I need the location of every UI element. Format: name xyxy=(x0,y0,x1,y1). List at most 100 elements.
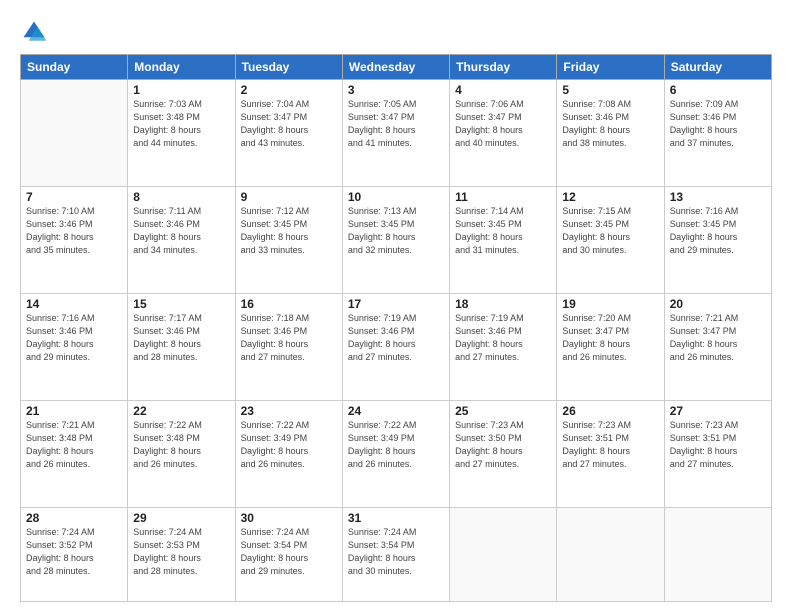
calendar-day-cell: 5Sunrise: 7:08 AM Sunset: 3:46 PM Daylig… xyxy=(557,80,664,187)
day-number: 31 xyxy=(348,511,444,525)
day-info: Sunrise: 7:06 AM Sunset: 3:47 PM Dayligh… xyxy=(455,98,551,150)
day-info: Sunrise: 7:05 AM Sunset: 3:47 PM Dayligh… xyxy=(348,98,444,150)
calendar-day-cell: 25Sunrise: 7:23 AM Sunset: 3:50 PM Dayli… xyxy=(450,400,557,507)
day-info: Sunrise: 7:24 AM Sunset: 3:52 PM Dayligh… xyxy=(26,526,122,578)
day-info: Sunrise: 7:22 AM Sunset: 3:49 PM Dayligh… xyxy=(348,419,444,471)
day-info: Sunrise: 7:23 AM Sunset: 3:50 PM Dayligh… xyxy=(455,419,551,471)
page: SundayMondayTuesdayWednesdayThursdayFrid… xyxy=(0,0,792,612)
calendar-week-row: 21Sunrise: 7:21 AM Sunset: 3:48 PM Dayli… xyxy=(21,400,772,507)
day-number: 27 xyxy=(670,404,766,418)
calendar-day-cell: 6Sunrise: 7:09 AM Sunset: 3:46 PM Daylig… xyxy=(664,80,771,187)
day-info: Sunrise: 7:09 AM Sunset: 3:46 PM Dayligh… xyxy=(670,98,766,150)
calendar-day-cell: 22Sunrise: 7:22 AM Sunset: 3:48 PM Dayli… xyxy=(128,400,235,507)
day-info: Sunrise: 7:13 AM Sunset: 3:45 PM Dayligh… xyxy=(348,205,444,257)
day-number: 24 xyxy=(348,404,444,418)
calendar-day-cell: 9Sunrise: 7:12 AM Sunset: 3:45 PM Daylig… xyxy=(235,186,342,293)
day-info: Sunrise: 7:24 AM Sunset: 3:54 PM Dayligh… xyxy=(241,526,337,578)
day-info: Sunrise: 7:21 AM Sunset: 3:48 PM Dayligh… xyxy=(26,419,122,471)
day-number: 9 xyxy=(241,190,337,204)
day-info: Sunrise: 7:19 AM Sunset: 3:46 PM Dayligh… xyxy=(348,312,444,364)
day-info: Sunrise: 7:08 AM Sunset: 3:46 PM Dayligh… xyxy=(562,98,658,150)
calendar-day-cell: 8Sunrise: 7:11 AM Sunset: 3:46 PM Daylig… xyxy=(128,186,235,293)
day-number: 6 xyxy=(670,83,766,97)
calendar-day-cell: 24Sunrise: 7:22 AM Sunset: 3:49 PM Dayli… xyxy=(342,400,449,507)
day-info: Sunrise: 7:10 AM Sunset: 3:46 PM Dayligh… xyxy=(26,205,122,257)
day-info: Sunrise: 7:24 AM Sunset: 3:54 PM Dayligh… xyxy=(348,526,444,578)
calendar-day-cell: 28Sunrise: 7:24 AM Sunset: 3:52 PM Dayli… xyxy=(21,507,128,601)
calendar-day-cell: 11Sunrise: 7:14 AM Sunset: 3:45 PM Dayli… xyxy=(450,186,557,293)
day-number: 22 xyxy=(133,404,229,418)
day-info: Sunrise: 7:23 AM Sunset: 3:51 PM Dayligh… xyxy=(562,419,658,471)
calendar-week-row: 1Sunrise: 7:03 AM Sunset: 3:48 PM Daylig… xyxy=(21,80,772,187)
day-number: 21 xyxy=(26,404,122,418)
calendar-day-cell xyxy=(450,507,557,601)
weekday-header-cell: Thursday xyxy=(450,55,557,80)
day-number: 16 xyxy=(241,297,337,311)
calendar-day-cell: 4Sunrise: 7:06 AM Sunset: 3:47 PM Daylig… xyxy=(450,80,557,187)
calendar-day-cell: 17Sunrise: 7:19 AM Sunset: 3:46 PM Dayli… xyxy=(342,293,449,400)
weekday-header-cell: Monday xyxy=(128,55,235,80)
day-info: Sunrise: 7:18 AM Sunset: 3:46 PM Dayligh… xyxy=(241,312,337,364)
day-number: 4 xyxy=(455,83,551,97)
calendar-day-cell: 14Sunrise: 7:16 AM Sunset: 3:46 PM Dayli… xyxy=(21,293,128,400)
calendar-day-cell: 10Sunrise: 7:13 AM Sunset: 3:45 PM Dayli… xyxy=(342,186,449,293)
weekday-header-row: SundayMondayTuesdayWednesdayThursdayFrid… xyxy=(21,55,772,80)
day-info: Sunrise: 7:12 AM Sunset: 3:45 PM Dayligh… xyxy=(241,205,337,257)
day-number: 26 xyxy=(562,404,658,418)
header xyxy=(20,18,772,46)
day-number: 8 xyxy=(133,190,229,204)
day-number: 19 xyxy=(562,297,658,311)
day-number: 14 xyxy=(26,297,122,311)
day-info: Sunrise: 7:16 AM Sunset: 3:45 PM Dayligh… xyxy=(670,205,766,257)
day-number: 18 xyxy=(455,297,551,311)
day-info: Sunrise: 7:23 AM Sunset: 3:51 PM Dayligh… xyxy=(670,419,766,471)
day-info: Sunrise: 7:16 AM Sunset: 3:46 PM Dayligh… xyxy=(26,312,122,364)
day-number: 11 xyxy=(455,190,551,204)
day-info: Sunrise: 7:14 AM Sunset: 3:45 PM Dayligh… xyxy=(455,205,551,257)
day-number: 25 xyxy=(455,404,551,418)
calendar-day-cell xyxy=(21,80,128,187)
calendar-week-row: 28Sunrise: 7:24 AM Sunset: 3:52 PM Dayli… xyxy=(21,507,772,601)
calendar-day-cell xyxy=(664,507,771,601)
calendar-day-cell: 23Sunrise: 7:22 AM Sunset: 3:49 PM Dayli… xyxy=(235,400,342,507)
calendar-day-cell: 12Sunrise: 7:15 AM Sunset: 3:45 PM Dayli… xyxy=(557,186,664,293)
day-number: 23 xyxy=(241,404,337,418)
day-number: 3 xyxy=(348,83,444,97)
calendar-day-cell: 7Sunrise: 7:10 AM Sunset: 3:46 PM Daylig… xyxy=(21,186,128,293)
calendar-day-cell: 29Sunrise: 7:24 AM Sunset: 3:53 PM Dayli… xyxy=(128,507,235,601)
calendar-week-row: 7Sunrise: 7:10 AM Sunset: 3:46 PM Daylig… xyxy=(21,186,772,293)
day-number: 7 xyxy=(26,190,122,204)
calendar-day-cell: 21Sunrise: 7:21 AM Sunset: 3:48 PM Dayli… xyxy=(21,400,128,507)
calendar-day-cell: 27Sunrise: 7:23 AM Sunset: 3:51 PM Dayli… xyxy=(664,400,771,507)
day-info: Sunrise: 7:20 AM Sunset: 3:47 PM Dayligh… xyxy=(562,312,658,364)
day-info: Sunrise: 7:22 AM Sunset: 3:48 PM Dayligh… xyxy=(133,419,229,471)
day-info: Sunrise: 7:19 AM Sunset: 3:46 PM Dayligh… xyxy=(455,312,551,364)
day-info: Sunrise: 7:04 AM Sunset: 3:47 PM Dayligh… xyxy=(241,98,337,150)
weekday-header-cell: Tuesday xyxy=(235,55,342,80)
day-info: Sunrise: 7:17 AM Sunset: 3:46 PM Dayligh… xyxy=(133,312,229,364)
calendar-day-cell: 2Sunrise: 7:04 AM Sunset: 3:47 PM Daylig… xyxy=(235,80,342,187)
day-info: Sunrise: 7:03 AM Sunset: 3:48 PM Dayligh… xyxy=(133,98,229,150)
calendar-day-cell: 31Sunrise: 7:24 AM Sunset: 3:54 PM Dayli… xyxy=(342,507,449,601)
weekday-header-cell: Wednesday xyxy=(342,55,449,80)
weekday-header-cell: Sunday xyxy=(21,55,128,80)
day-number: 15 xyxy=(133,297,229,311)
calendar-day-cell xyxy=(557,507,664,601)
calendar-table: SundayMondayTuesdayWednesdayThursdayFrid… xyxy=(20,54,772,602)
day-number: 28 xyxy=(26,511,122,525)
day-info: Sunrise: 7:21 AM Sunset: 3:47 PM Dayligh… xyxy=(670,312,766,364)
calendar-day-cell: 18Sunrise: 7:19 AM Sunset: 3:46 PM Dayli… xyxy=(450,293,557,400)
calendar-day-cell: 3Sunrise: 7:05 AM Sunset: 3:47 PM Daylig… xyxy=(342,80,449,187)
calendar-body: 1Sunrise: 7:03 AM Sunset: 3:48 PM Daylig… xyxy=(21,80,772,602)
weekday-header-cell: Friday xyxy=(557,55,664,80)
day-number: 2 xyxy=(241,83,337,97)
day-number: 13 xyxy=(670,190,766,204)
logo xyxy=(20,18,52,46)
day-number: 12 xyxy=(562,190,658,204)
day-info: Sunrise: 7:24 AM Sunset: 3:53 PM Dayligh… xyxy=(133,526,229,578)
calendar-week-row: 14Sunrise: 7:16 AM Sunset: 3:46 PM Dayli… xyxy=(21,293,772,400)
calendar-day-cell: 1Sunrise: 7:03 AM Sunset: 3:48 PM Daylig… xyxy=(128,80,235,187)
calendar-day-cell: 30Sunrise: 7:24 AM Sunset: 3:54 PM Dayli… xyxy=(235,507,342,601)
calendar-day-cell: 26Sunrise: 7:23 AM Sunset: 3:51 PM Dayli… xyxy=(557,400,664,507)
day-info: Sunrise: 7:11 AM Sunset: 3:46 PM Dayligh… xyxy=(133,205,229,257)
